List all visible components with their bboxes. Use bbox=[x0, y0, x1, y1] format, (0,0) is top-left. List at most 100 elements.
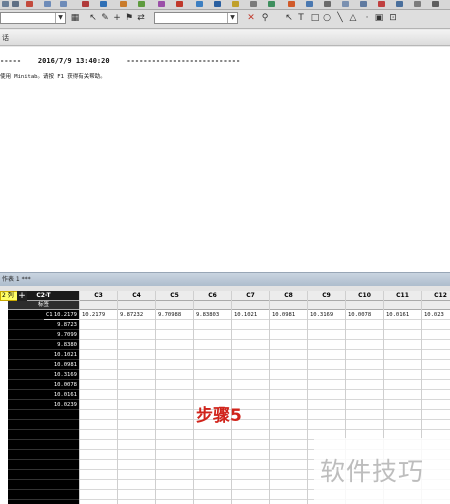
table-cell[interactable] bbox=[308, 400, 345, 410]
table-cell[interactable]: 10.023 bbox=[422, 310, 450, 320]
column-c3[interactable]: C3 10.2179 bbox=[80, 291, 118, 504]
table-cell[interactable] bbox=[308, 420, 345, 430]
table-cell[interactable] bbox=[156, 430, 193, 440]
table-cell[interactable] bbox=[232, 380, 269, 390]
cursor-icon[interactable]: ↖ bbox=[88, 12, 98, 24]
table-cell[interactable] bbox=[270, 380, 307, 390]
table-cell[interactable] bbox=[384, 400, 421, 410]
table-cell[interactable] bbox=[270, 470, 307, 480]
history-icon[interactable] bbox=[306, 1, 313, 7]
table-cell[interactable] bbox=[308, 320, 345, 330]
table-cell[interactable] bbox=[156, 360, 193, 370]
table-cell[interactable] bbox=[346, 400, 383, 410]
table-cell[interactable] bbox=[118, 390, 155, 400]
add-column-button[interactable]: + bbox=[17, 291, 27, 301]
table-cell[interactable] bbox=[194, 340, 231, 350]
table-cell[interactable] bbox=[194, 490, 231, 500]
table-cell[interactable]: 10.0078 bbox=[346, 310, 383, 320]
table-cell[interactable] bbox=[270, 360, 307, 370]
table-cell[interactable] bbox=[80, 330, 117, 340]
table-cell[interactable] bbox=[384, 330, 421, 340]
table-cell[interactable] bbox=[80, 490, 117, 500]
table-cell[interactable] bbox=[422, 410, 450, 420]
table-cell[interactable] bbox=[80, 430, 117, 440]
worksheet-title[interactable]: 作表 1 *** bbox=[0, 272, 450, 286]
table-cell[interactable]: 10.0078 bbox=[8, 380, 79, 390]
table-cell[interactable] bbox=[270, 430, 307, 440]
table-cell[interactable] bbox=[232, 490, 269, 500]
column-name-cell[interactable] bbox=[346, 301, 383, 310]
ellipse-icon[interactable]: ○ bbox=[322, 12, 332, 24]
table-cell[interactable] bbox=[346, 320, 383, 330]
new-window-icon[interactable] bbox=[360, 1, 367, 7]
table-cell[interactable] bbox=[118, 350, 155, 360]
column-header[interactable]: C6 bbox=[194, 291, 231, 301]
table-cell[interactable] bbox=[422, 380, 450, 390]
column-header[interactable]: C9 bbox=[308, 291, 345, 301]
table-cell[interactable] bbox=[270, 390, 307, 400]
table-cell[interactable] bbox=[194, 480, 231, 490]
picture-icon[interactable]: ▣ bbox=[374, 12, 384, 24]
table-cell[interactable] bbox=[270, 370, 307, 380]
column-header[interactable]: C12 bbox=[422, 291, 450, 301]
table-cell[interactable] bbox=[118, 410, 155, 420]
table-cell[interactable] bbox=[232, 450, 269, 460]
cut-icon[interactable] bbox=[26, 1, 33, 7]
table-cell[interactable]: 9.7099 bbox=[8, 330, 79, 340]
marker-icon[interactable]: · bbox=[362, 12, 372, 24]
worksheet-icon[interactable] bbox=[232, 1, 239, 7]
table-cell[interactable] bbox=[156, 440, 193, 450]
table-cell[interactable] bbox=[308, 350, 345, 360]
flag-icon[interactable]: ⚑ bbox=[124, 12, 134, 24]
table-cell[interactable] bbox=[80, 410, 117, 420]
table-cell[interactable] bbox=[308, 390, 345, 400]
table-cell[interactable] bbox=[80, 340, 117, 350]
polygon-icon[interactable]: △ bbox=[348, 12, 358, 24]
table-cell[interactable] bbox=[156, 390, 193, 400]
table-cell[interactable] bbox=[308, 360, 345, 370]
table-cell[interactable]: 9.8380 bbox=[8, 340, 79, 350]
print-icon[interactable] bbox=[12, 1, 19, 7]
session-icon[interactable] bbox=[196, 1, 203, 7]
graph-combo[interactable]: ▼ bbox=[154, 12, 238, 24]
tile-icon[interactable] bbox=[324, 1, 331, 7]
table-cell[interactable] bbox=[346, 380, 383, 390]
table-cell[interactable] bbox=[232, 470, 269, 480]
undo-icon[interactable] bbox=[44, 1, 51, 7]
window-icon[interactable] bbox=[342, 1, 349, 7]
graph-icon[interactable] bbox=[138, 1, 145, 7]
column-header[interactable]: C7 bbox=[232, 291, 269, 301]
table-cell[interactable] bbox=[156, 460, 193, 470]
c1-label-cell[interactable]: C1 bbox=[44, 310, 80, 320]
table-cell[interactable] bbox=[8, 440, 79, 450]
column-header[interactable]: C4 bbox=[118, 291, 155, 301]
column-c7[interactable]: C7 10.1021 bbox=[232, 291, 270, 504]
table-cell[interactable] bbox=[118, 430, 155, 440]
line-icon[interactable]: ╲ bbox=[335, 12, 345, 24]
column-name-cell[interactable] bbox=[118, 301, 155, 310]
table-cell[interactable] bbox=[118, 490, 155, 500]
column-header[interactable]: C11 bbox=[384, 291, 421, 301]
table-cell[interactable] bbox=[118, 320, 155, 330]
table-cell[interactable] bbox=[270, 420, 307, 430]
zoom-icon[interactable]: ⚲ bbox=[260, 12, 270, 24]
chevron-down-icon[interactable]: ▼ bbox=[227, 13, 237, 23]
table-cell[interactable] bbox=[156, 370, 193, 380]
table-cell[interactable] bbox=[118, 460, 155, 470]
table-cell[interactable] bbox=[422, 390, 450, 400]
table-cell[interactable] bbox=[118, 340, 155, 350]
text-icon[interactable]: T bbox=[296, 12, 306, 24]
table-cell[interactable] bbox=[232, 370, 269, 380]
table-cell[interactable] bbox=[232, 430, 269, 440]
table-cell[interactable] bbox=[80, 380, 117, 390]
refresh-icon[interactable] bbox=[414, 1, 421, 7]
table-cell[interactable] bbox=[80, 400, 117, 410]
table-cell[interactable] bbox=[156, 340, 193, 350]
table-cell[interactable] bbox=[384, 390, 421, 400]
table-cell[interactable] bbox=[270, 350, 307, 360]
column-header[interactable]: C8 bbox=[270, 291, 307, 301]
table-cell[interactable] bbox=[156, 400, 193, 410]
column-name-cell[interactable] bbox=[194, 301, 231, 310]
table-cell[interactable] bbox=[194, 460, 231, 470]
manage-icon[interactable] bbox=[396, 1, 403, 7]
